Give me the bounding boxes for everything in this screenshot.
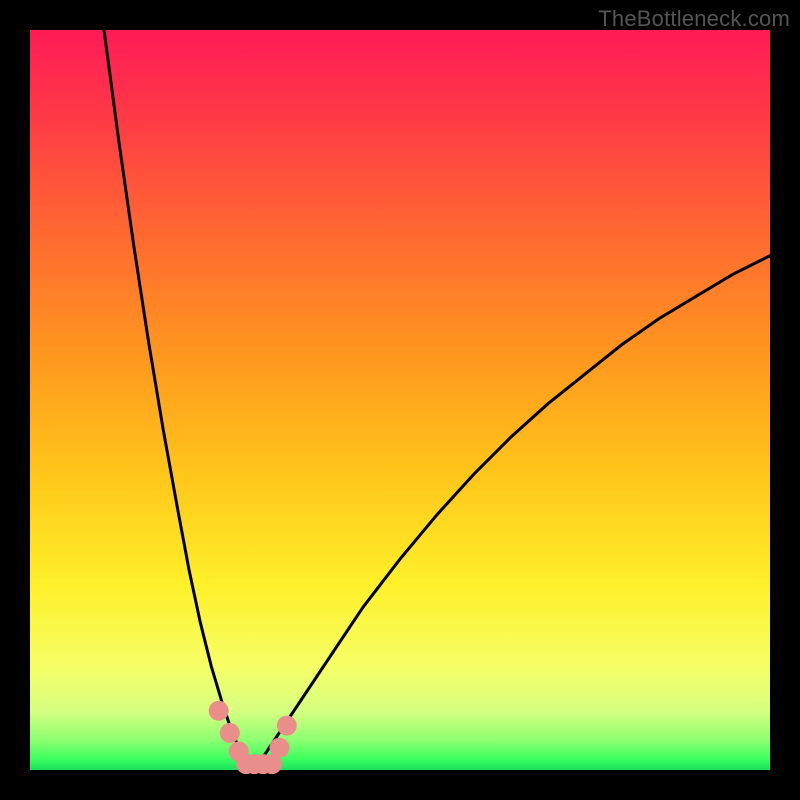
bottleneck-chart — [0, 0, 800, 800]
marker-dot — [277, 716, 297, 736]
watermark-text: TheBottleneck.com — [598, 6, 790, 32]
marker-dot — [209, 701, 229, 721]
plot-background — [30, 30, 770, 770]
chart-frame: TheBottleneck.com — [0, 0, 800, 800]
marker-dot — [220, 723, 240, 743]
marker-dot — [269, 738, 289, 758]
